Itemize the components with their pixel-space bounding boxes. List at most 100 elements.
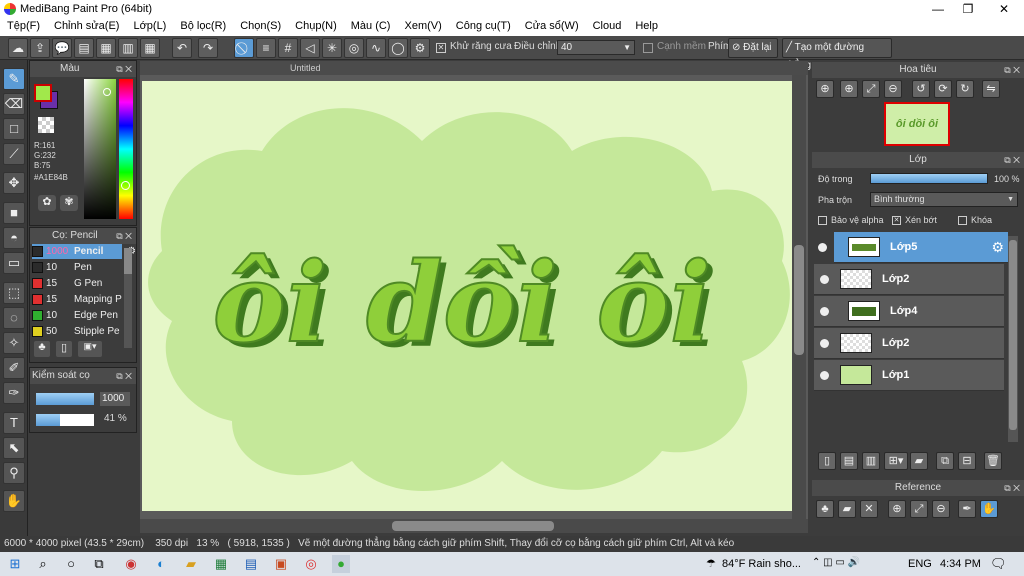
bucket-tool-icon[interactable]: ◓ <box>3 227 25 249</box>
delete-layer-icon[interactable]: 🗑 <box>984 452 1002 470</box>
line-tool-icon[interactable]: ⟋ <box>3 143 25 165</box>
rectangle-tool-icon[interactable]: □ <box>3 118 25 140</box>
notification-icon[interactable]: 🗨 <box>990 556 1007 572</box>
brush-item[interactable]: 15 G Pen <box>32 276 122 291</box>
folder-icon[interactable]: ▰ <box>910 452 928 470</box>
weather-text[interactable]: 84°F Rain sho... <box>722 558 801 570</box>
powerpoint-icon[interactable]: ▣ <box>272 555 290 573</box>
close-button[interactable]: ✕ <box>986 0 1022 18</box>
dropper-tool-icon[interactable]: ⚲ <box>3 462 25 484</box>
new-layer-8bit-icon[interactable]: ▤ <box>840 452 858 470</box>
brush-item[interactable]: 1000Pencil⚙ <box>32 244 136 259</box>
brush-size-value[interactable]: 1000 <box>100 392 130 406</box>
brush-list-scrollbar[interactable] <box>124 248 132 348</box>
brush-size-slider[interactable] <box>36 393 94 405</box>
edge-browser-icon[interactable]: ◐ <box>152 555 170 573</box>
brush-add-icon[interactable]: ♣ <box>34 341 50 357</box>
settings-icon[interactable]: ⚙ <box>410 38 430 58</box>
layer-item[interactable]: Lớp4 <box>814 296 1004 327</box>
brush-item[interactable]: 10 Edge Pen <box>32 308 122 323</box>
medibang-taskbar-icon[interactable]: ● <box>332 555 350 573</box>
menu-color[interactable]: Màu (C) <box>344 18 398 36</box>
fill-rect-tool-icon[interactable]: ■ <box>3 202 25 224</box>
reference-close-icon[interactable]: ✕ <box>860 500 878 518</box>
new-brush-icon[interactable]: ▯ <box>56 341 72 357</box>
menu-edit[interactable]: Chỉnh sửa(E) <box>47 18 126 36</box>
maximize-button[interactable]: ❐ <box>950 0 986 18</box>
antialias-checkbox[interactable]: ✕ <box>436 43 446 53</box>
grid-snap-icon[interactable]: # <box>278 38 298 58</box>
search-icon[interactable]: ⌕ <box>34 555 52 573</box>
menu-snap[interactable]: Chụp(N) <box>288 18 344 36</box>
menu-help[interactable]: Help <box>628 18 665 36</box>
tray-icons[interactable]: ⌃ ◫ ▭ 🔊 <box>812 557 860 568</box>
menu-filter[interactable]: Bộ lọc(R) <box>173 18 233 36</box>
menu-cloud[interactable]: Cloud <box>586 18 629 36</box>
scrollbar-thumb[interactable] <box>392 521 554 531</box>
primary-color-swatch[interactable] <box>34 84 52 102</box>
reference-zoom-out-icon[interactable]: ⊖ <box>932 500 950 518</box>
parallel-snap-icon[interactable]: ≡ <box>256 38 276 58</box>
zoom-out-icon[interactable]: ⊖ <box>884 80 902 98</box>
rotate-right-icon[interactable]: ↻ <box>956 80 974 98</box>
canvas-vertical-scrollbar[interactable] <box>792 75 806 519</box>
lock-checkbox[interactable] <box>958 216 967 225</box>
comment-icon[interactable]: 💬 <box>52 38 72 58</box>
radial-snap-icon[interactable]: ✳ <box>322 38 342 58</box>
cortana-icon[interactable]: ○ <box>62 555 80 573</box>
select-eraser-tool-icon[interactable]: ✑ <box>3 382 25 404</box>
layer-list-scrollbar[interactable] <box>1008 236 1018 442</box>
menu-window[interactable]: Cửa sổ(W) <box>518 18 586 36</box>
palette-icon[interactable]: ✿ <box>38 195 56 211</box>
weather-icon[interactable]: ☂ <box>706 557 716 570</box>
panel-expand-icon[interactable]: ⧉ ✕ <box>1004 480 1020 496</box>
zoom-in-icon[interactable]: ⊕ <box>840 80 858 98</box>
saturation-picker[interactable] <box>84 79 116 219</box>
clock[interactable]: 4:34 PM <box>940 558 981 570</box>
windows-start-icon[interactable]: ⊞ <box>6 555 24 573</box>
new-layer-icon[interactable]: ▯ <box>818 452 836 470</box>
menu-layer[interactable]: Lớp(L) <box>126 18 173 36</box>
scrollbar-thumb[interactable] <box>794 245 804 355</box>
curve-snap-icon[interactable]: ∿ <box>366 38 386 58</box>
protect-alpha-checkbox[interactable] <box>818 216 827 225</box>
brush-item[interactable]: 15 Mapping P <box>32 292 122 307</box>
zoom-actual-icon[interactable]: ⤢ <box>862 80 880 98</box>
artwork-canvas[interactable]: ôi dồi ôi ôi dồi ôi <box>142 81 802 517</box>
select-pen-tool-icon[interactable]: ✐ <box>3 357 25 379</box>
layer-item[interactable]: Lớp1 <box>814 360 1004 391</box>
grid-list-icon[interactable]: ▦ <box>140 38 160 58</box>
snap-off-icon[interactable]: ⃠ <box>234 38 254 58</box>
app-icon[interactable]: ◉ <box>122 555 140 573</box>
menu-tools[interactable]: Công cụ(T) <box>449 18 518 36</box>
visibility-icon[interactable] <box>820 275 829 284</box>
word-icon[interactable]: ▤ <box>242 555 260 573</box>
menu-select[interactable]: Chọn(S) <box>233 18 288 36</box>
navigator-thumbnail[interactable]: ôi dồi ôi <box>884 102 950 146</box>
gear-icon[interactable]: ⚙ <box>991 239 1004 256</box>
panel-expand-icon[interactable]: ⧉ ✕ <box>116 228 132 244</box>
layer-item[interactable]: Lớp5 ⚙ <box>818 232 1008 263</box>
move-tool-icon[interactable]: ✥ <box>3 172 25 194</box>
cloud-icon[interactable]: ☁ <box>8 38 28 58</box>
scrollbar-thumb[interactable] <box>1009 240 1017 430</box>
add-layer-menu-icon[interactable]: ⊞▾ <box>884 452 908 470</box>
language-indicator[interactable]: ENG <box>908 558 932 570</box>
zoom-fit-icon[interactable]: ⊕ <box>816 80 834 98</box>
circle-snap-icon[interactable]: ◎ <box>344 38 364 58</box>
layout-icon[interactable]: ▦ <box>96 38 116 58</box>
reference-hand-icon[interactable]: ✋ <box>980 500 998 518</box>
eraser-tool-icon[interactable]: ⌫ <box>3 93 25 115</box>
layer-item[interactable]: Lớp2 <box>814 328 1004 359</box>
redo-icon[interactable]: ↷ <box>198 38 218 58</box>
soft-edge-checkbox[interactable] <box>643 43 653 53</box>
chrome-icon[interactable]: ◎ <box>302 555 320 573</box>
hue-slider[interactable] <box>119 79 133 219</box>
rotate-left-icon[interactable]: ↺ <box>912 80 930 98</box>
flip-icon[interactable]: ⇋ <box>982 80 1000 98</box>
visibility-icon[interactable] <box>818 243 827 252</box>
reference-cloud-icon[interactable]: ♣ <box>816 500 834 518</box>
operation-tool-icon[interactable]: ⬉ <box>3 437 25 459</box>
panel-expand-icon[interactable]: ⧉ ✕ <box>116 368 132 384</box>
brush-item[interactable]: 50 Stipple Pe <box>32 324 122 339</box>
